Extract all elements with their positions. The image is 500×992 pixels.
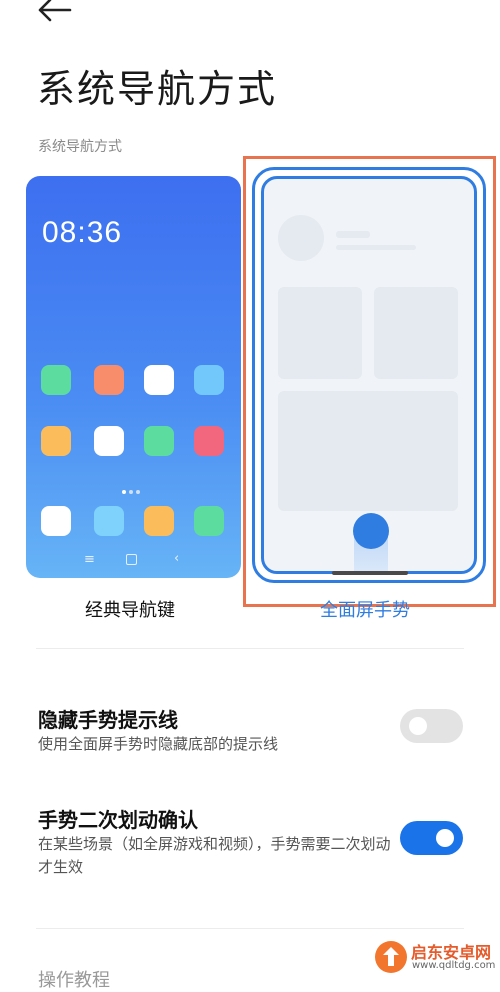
app-icon [41,506,71,536]
app-icon [94,506,124,536]
app-icon [144,506,174,536]
gesture-nav-label[interactable]: 全面屏手势 [320,596,410,622]
app-icon [41,365,71,395]
hide-hint-line-title: 隐藏手势提示线 [38,708,178,732]
preview-clock: 08:36 [42,216,123,249]
classic-nav-option[interactable]: 08:36 ≡ ‹ [26,176,241,578]
classic-nav-label[interactable]: 经典导航键 [85,596,175,622]
section-label: 系统导航方式 [38,139,122,155]
watermark-url: www.qdltdg.com [412,960,496,971]
menu-nav-icon: ≡ [84,552,95,567]
double-swipe-toggle[interactable] [400,821,463,855]
app-icon [41,426,71,456]
hide-hint-line-toggle[interactable] [400,709,463,743]
divider [36,928,464,929]
site-watermark: 启东安卓网 www.qdltdg.com [374,937,500,977]
back-arrow-icon[interactable] [36,0,76,32]
back-nav-icon: ‹ [174,551,180,566]
selection-highlight [243,156,496,607]
page-title: 系统导航方式 [37,67,278,111]
app-icon [144,426,174,456]
app-icon [194,506,224,536]
hide-hint-line-desc: 使用全面屏手势时隐藏底部的提示线 [38,735,279,753]
app-icon [94,426,124,456]
page-indicator [122,479,143,498]
app-icon [194,426,224,456]
app-icon [144,365,174,395]
watermark-logo-icon [375,941,407,973]
app-icon [94,365,124,395]
home-nav-icon [126,554,137,565]
toggle-knob [409,717,427,735]
toggle-knob [436,829,454,847]
tutorial-label[interactable]: 操作教程 [38,966,110,992]
app-icon [194,365,224,395]
double-swipe-desc: 在某些场景（如全屏游戏和视频），手势需要二次划动才生效 [38,835,391,876]
divider [36,648,464,649]
double-swipe-title: 手势二次划动确认 [38,808,198,832]
